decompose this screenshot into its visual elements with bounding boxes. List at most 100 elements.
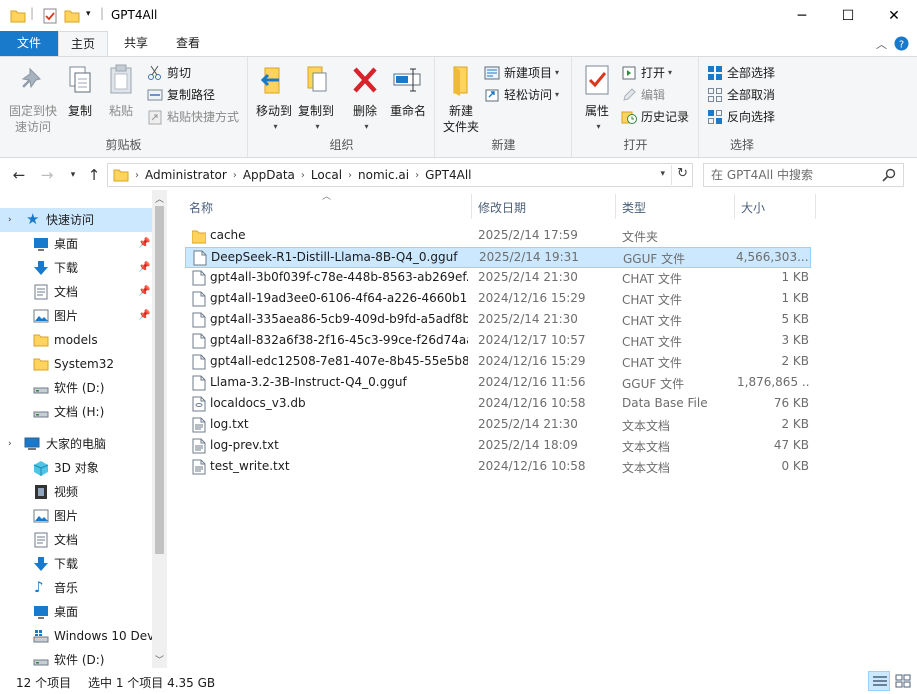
tab-home[interactable]: 主页 <box>58 31 108 57</box>
up-arrow-icon: ↑ <box>87 166 101 184</box>
nav-pc-documents[interactable]: 文档 <box>0 528 152 552</box>
delete-button[interactable]: 删除 ▾ <box>347 63 383 135</box>
history-button[interactable]: 历史记录 <box>621 107 689 127</box>
column-header-type[interactable]: 类型 <box>622 199 646 216</box>
nav-software-drive[interactable]: 软件 (D:) <box>0 376 152 400</box>
properties-button[interactable]: 属性 ▾ <box>579 63 615 135</box>
paste-button[interactable]: 粘贴 <box>102 63 140 119</box>
file-size: 1 KB <box>781 291 809 305</box>
copy-path-button[interactable]: 复制路径 <box>147 85 215 105</box>
cut-button[interactable]: 剪切 <box>147 63 191 83</box>
expand-chevron-icon[interactable]: › <box>8 208 12 232</box>
details-view-icon[interactable] <box>868 671 890 691</box>
address-bar[interactable]: › Administrator › AppData › Local › nomi… <box>107 163 693 187</box>
nav-this-pc[interactable]: › 大家的电脑 <box>0 432 152 456</box>
nav-scrollbar-thumb[interactable] <box>155 206 164 554</box>
breadcrumb-local[interactable]: Local <box>305 168 348 182</box>
nav-windows-drive[interactable]: Windows 10 Dev <box>0 624 154 648</box>
nav-scrollbar[interactable]: ︿ ﹀ <box>152 190 167 668</box>
breadcrumb-nomic-ai[interactable]: nomic.ai <box>352 168 415 182</box>
back-button[interactable]: ← <box>9 165 29 185</box>
recent-locations-button[interactable]: ▾ <box>63 165 83 185</box>
file-size: 4,566,303... <box>736 250 808 264</box>
copy-button[interactable]: 复制 <box>62 63 98 119</box>
file-name: cache <box>210 228 246 242</box>
column-divider[interactable] <box>734 194 735 219</box>
file-row[interactable]: localdocs_v3.db 2024/12/16 10:58 Data Base… <box>185 394 811 415</box>
invert-selection-button[interactable]: 反向选择 <box>707 107 775 127</box>
help-icon[interactable]: ? <box>894 36 909 51</box>
properties-check-icon[interactable] <box>42 8 58 24</box>
nav-pc-software-drive[interactable]: 软件 (D:) <box>0 648 152 668</box>
copy-to-button[interactable]: 复制到 ▾ <box>295 63 337 135</box>
minimize-button[interactable]: ─ <box>779 0 825 31</box>
select-all-button[interactable]: 全部选择 <box>707 63 775 83</box>
customize-toolbar-chevron-icon[interactable]: ▾ <box>86 9 91 19</box>
scroll-down-arrow-icon[interactable]: ﹀ <box>155 653 164 666</box>
file-row[interactable]: cache 2025/2/14 17:59 文件夹 <box>185 226 811 247</box>
nav-pc-downloads[interactable]: 下载 <box>0 552 152 576</box>
column-header-size[interactable]: 大小 <box>741 199 765 216</box>
nav-docs-drive[interactable]: 文档 (H:) <box>0 400 152 424</box>
nav-3d-objects[interactable]: 3D 对象 <box>0 456 152 480</box>
easy-access-chevron-icon: ▾ <box>555 90 560 99</box>
column-divider[interactable] <box>471 194 472 219</box>
maximize-button[interactable]: ☐ <box>825 0 871 31</box>
nav-pc-desktop[interactable]: 桌面 <box>0 600 152 624</box>
nav-models[interactable]: models <box>0 328 152 352</box>
breadcrumb-gpt4all[interactable]: GPT4All <box>419 168 477 182</box>
breadcrumb-appdata[interactable]: AppData <box>237 168 301 182</box>
nav-documents[interactable]: 文档 📌 <box>0 280 152 304</box>
close-button[interactable]: ✕ <box>871 0 917 31</box>
nav-quick-access[interactable]: › ★ 快速访问 <box>0 208 152 232</box>
large-icons-view-icon[interactable] <box>892 671 914 691</box>
paste-shortcut-button[interactable]: 粘贴快捷方式 <box>147 107 239 127</box>
new-folder-button[interactable]: 新建 文件夹 <box>440 63 482 135</box>
address-history-chevron-icon[interactable]: ▾ <box>660 169 665 179</box>
breadcrumb-administrator[interactable]: Administrator <box>139 168 233 182</box>
search-box[interactable] <box>703 163 904 187</box>
forward-button[interactable]: → <box>37 165 57 185</box>
collapse-ribbon-chevron-icon[interactable]: ︿ <box>876 36 887 52</box>
nav-downloads[interactable]: 下载 📌 <box>0 256 152 280</box>
nav-desktop[interactable]: 桌面 📌 <box>0 232 152 256</box>
refresh-icon[interactable]: ↻ <box>677 166 688 181</box>
nav-system32[interactable]: System32 <box>0 352 152 376</box>
file-row[interactable]: gpt4all-3b0f039f-c78e-448b-8563-ab269ef.… <box>185 268 811 289</box>
nav-pictures[interactable]: 图片 📌 <box>0 304 152 328</box>
file-row[interactable]: gpt4all-19ad3ee0-6106-4f64-a226-4660b18.… <box>185 289 811 310</box>
new-folder-quick-icon[interactable] <box>64 8 80 24</box>
file-row[interactable]: gpt4all-832a6f38-2f16-45c3-99ce-f26d74aa… <box>185 331 811 352</box>
column-header-name[interactable]: 名称 <box>189 199 213 216</box>
file-row[interactable]: log-prev.txt 2025/2/14 18:09 文本文档 47 KB <box>185 436 811 457</box>
expand-chevron-icon[interactable]: › <box>8 432 12 456</box>
pin-quick-access-button[interactable]: 固定到快 速访问 <box>4 63 62 135</box>
search-input[interactable] <box>704 164 874 186</box>
open-button[interactable]: 打开 ▾ <box>621 63 672 83</box>
up-button[interactable]: ↑ <box>84 165 104 185</box>
nav-videos[interactable]: 视频 <box>0 480 152 504</box>
scroll-up-arrow-icon[interactable]: ︿ <box>155 192 164 205</box>
file-type: CHAT 文件 <box>622 314 682 328</box>
tab-view[interactable]: 查看 <box>164 31 212 56</box>
column-divider[interactable] <box>615 194 616 219</box>
file-row[interactable]: Llama-3.2-3B-Instruct-Q4_0.gguf 2024/12/1… <box>185 373 811 394</box>
easy-access-button[interactable]: 轻松访问 ▾ <box>484 85 559 105</box>
file-row[interactable]: log.txt 2025/2/14 21:30 文本文档 2 KB <box>185 415 811 436</box>
column-header-date[interactable]: 修改日期 <box>478 199 526 216</box>
tab-share[interactable]: 共享 <box>112 31 160 56</box>
new-item-button[interactable]: 新建项目 ▾ <box>484 63 559 83</box>
file-row[interactable]: gpt4all-335aea86-5cb9-409d-b9fd-a5adf8b.… <box>185 310 811 331</box>
column-divider[interactable] <box>815 194 816 219</box>
move-to-button[interactable]: 移动到 ▾ <box>253 63 295 135</box>
file-row[interactable]: gpt4all-edc12508-7e81-407e-8b45-55e5b8..… <box>185 352 811 373</box>
nav-pc-pictures[interactable]: 图片 <box>0 504 152 528</box>
file-row[interactable]: DeepSeek-R1-Distill-Llama-8B-Q4_0.gguf 20… <box>185 247 811 268</box>
edit-button[interactable]: 编辑 <box>621 85 665 105</box>
search-icon[interactable] <box>882 168 896 182</box>
nav-music[interactable]: ♪ 音乐 <box>0 576 152 600</box>
select-none-button[interactable]: 全部取消 <box>707 85 775 105</box>
tab-file[interactable]: 文件 <box>0 31 58 56</box>
rename-button[interactable]: 重命名 <box>385 63 431 119</box>
file-row[interactable]: test_write.txt 2024/12/16 10:58 文本文档 0 KB <box>185 457 811 478</box>
